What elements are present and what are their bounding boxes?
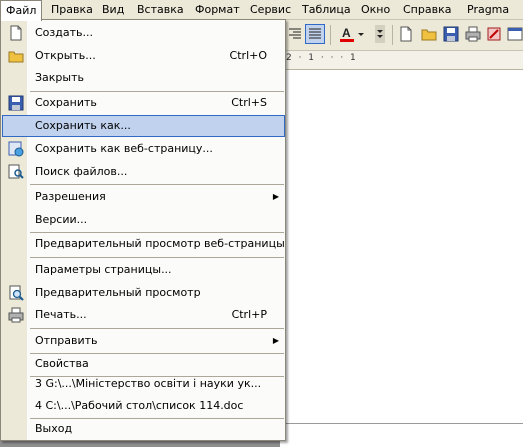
menu-insert[interactable]: Вставка [132, 0, 189, 19]
svg-text:A: A [342, 26, 351, 40]
menu-item-open[interactable]: Открыть... Ctrl+O [2, 45, 285, 67]
menu-item-save-as[interactable]: Сохранить как... [2, 115, 285, 137]
menu-help[interactable]: Справка [398, 0, 456, 19]
formatting-toolbar: A [280, 20, 523, 51]
menu-item-label: Версии... [35, 213, 88, 226]
document-page[interactable] [280, 70, 523, 423]
document-bottom-area [280, 423, 523, 447]
menu-item-new[interactable]: Создать... [2, 22, 285, 44]
menu-item-label: Сохранить как... [35, 119, 131, 132]
menu-bar: Файл Правка Вид Вставка Формат Сервис Та… [0, 0, 523, 21]
search-files-icon [8, 164, 24, 180]
save-icon [8, 95, 24, 111]
menu-separator [30, 184, 284, 185]
print-icon [8, 307, 24, 323]
menu-view[interactable]: Вид [97, 0, 129, 19]
menu-item-label: Печать... [35, 308, 87, 321]
menu-item-shortcut: Ctrl+P [231, 308, 267, 321]
align-right-icon[interactable] [286, 25, 304, 43]
menu-separator [30, 328, 284, 329]
horizontal-ruler[interactable]: 2 · 1 · · · 1 [280, 51, 523, 70]
window-icon[interactable] [506, 25, 523, 43]
submenu-arrow-icon: ▶ [272, 192, 279, 201]
print-preview-icon [8, 285, 24, 301]
menu-item-label: Отправить [35, 334, 98, 347]
menu-item-label: Предварительный просмотр веб-страницы [35, 237, 285, 250]
toolbar-separator [330, 25, 331, 45]
menu-item-label: Сохранить как веб-страницу... [35, 142, 213, 155]
menu-item-versions[interactable]: Версии... [2, 209, 285, 231]
menu-item-save[interactable]: Сохранить Ctrl+S [2, 92, 285, 114]
menu-pragma[interactable]: Pragma [462, 0, 514, 19]
justify-icon[interactable] [305, 24, 325, 44]
menu-item-label: Разрешения [35, 190, 106, 203]
menu-item-print[interactable]: Печать... Ctrl+P [2, 304, 285, 326]
menu-item-label: Выход [35, 422, 73, 435]
toolbar-separator [392, 25, 393, 45]
menu-file[interactable]: Файл [0, 0, 43, 21]
menu-item-permissions[interactable]: Разрешения ▶ [2, 186, 285, 208]
erase-icon[interactable] [485, 25, 503, 43]
menu-item-label: Закрыть [35, 71, 84, 84]
font-color-icon[interactable]: A [338, 25, 356, 43]
menu-item-properties[interactable]: Свойства [2, 353, 285, 375]
menu-item-exit[interactable]: Выход [2, 418, 285, 440]
menu-item-label: Создать... [35, 26, 93, 39]
menu-item-label: 3 G:\...\Міністерство освіти і науки ук.… [35, 377, 262, 390]
menu-item-send-to[interactable]: Отправить ▶ [2, 330, 285, 352]
new-document-icon[interactable] [397, 25, 415, 43]
menu-item-label: Открыть... [35, 49, 96, 62]
menu-item-label: Свойства [35, 357, 89, 370]
menu-item-label: Параметры страницы... [35, 263, 172, 276]
menu-format[interactable]: Формат [190, 0, 245, 19]
menu-item-recent-4[interactable]: 4 C:\...\Рабочий стол\список 114.doc [2, 395, 285, 417]
menu-separator [30, 257, 284, 258]
menu-item-label: Сохранить [35, 96, 97, 109]
menu-item-search-files[interactable]: Поиск файлов... [2, 161, 285, 183]
open-folder-icon[interactable] [420, 25, 438, 43]
menu-item-shortcut: Ctrl+O [229, 49, 267, 62]
menu-item-print-preview[interactable]: Предварительный просмотр [2, 282, 285, 304]
save-web-icon [8, 141, 24, 157]
menu-item-label: Предварительный просмотр [35, 286, 201, 299]
toolbar-chevron-icon[interactable] [375, 25, 385, 43]
menu-item-shortcut: Ctrl+S [231, 96, 267, 109]
print-icon[interactable] [464, 25, 482, 43]
menu-table[interactable]: Таблица [297, 0, 356, 19]
submenu-arrow-icon: ▶ [272, 336, 279, 345]
menu-item-web-preview[interactable]: Предварительный просмотр веб-страницы [2, 233, 285, 255]
new-document-icon [8, 25, 24, 41]
open-folder-icon [8, 48, 24, 64]
menu-edit[interactable]: Правка [46, 0, 98, 19]
menu-item-page-setup[interactable]: Параметры страницы... [2, 259, 285, 281]
menu-item-close[interactable]: Закрыть [2, 67, 285, 89]
menu-item-save-as-web[interactable]: Сохранить как веб-страницу... [2, 138, 285, 160]
menu-item-label: Поиск файлов... [35, 165, 128, 178]
menu-tools[interactable]: Сервис [245, 0, 296, 19]
ruler-marks: 2 · 1 · · · 1 [286, 53, 358, 63]
menu-item-recent-3[interactable]: 3 G:\...\Міністерство освіти і науки ук.… [2, 373, 285, 395]
menu-window[interactable]: Окно [356, 0, 395, 19]
menu-item-label: 4 C:\...\Рабочий стол\список 114.doc [35, 399, 244, 412]
dropdown-arrow-icon[interactable] [357, 25, 365, 43]
file-menu: Создать... Открыть... Ctrl+O Закрыть Сох… [0, 19, 286, 441]
save-icon[interactable] [442, 25, 460, 43]
